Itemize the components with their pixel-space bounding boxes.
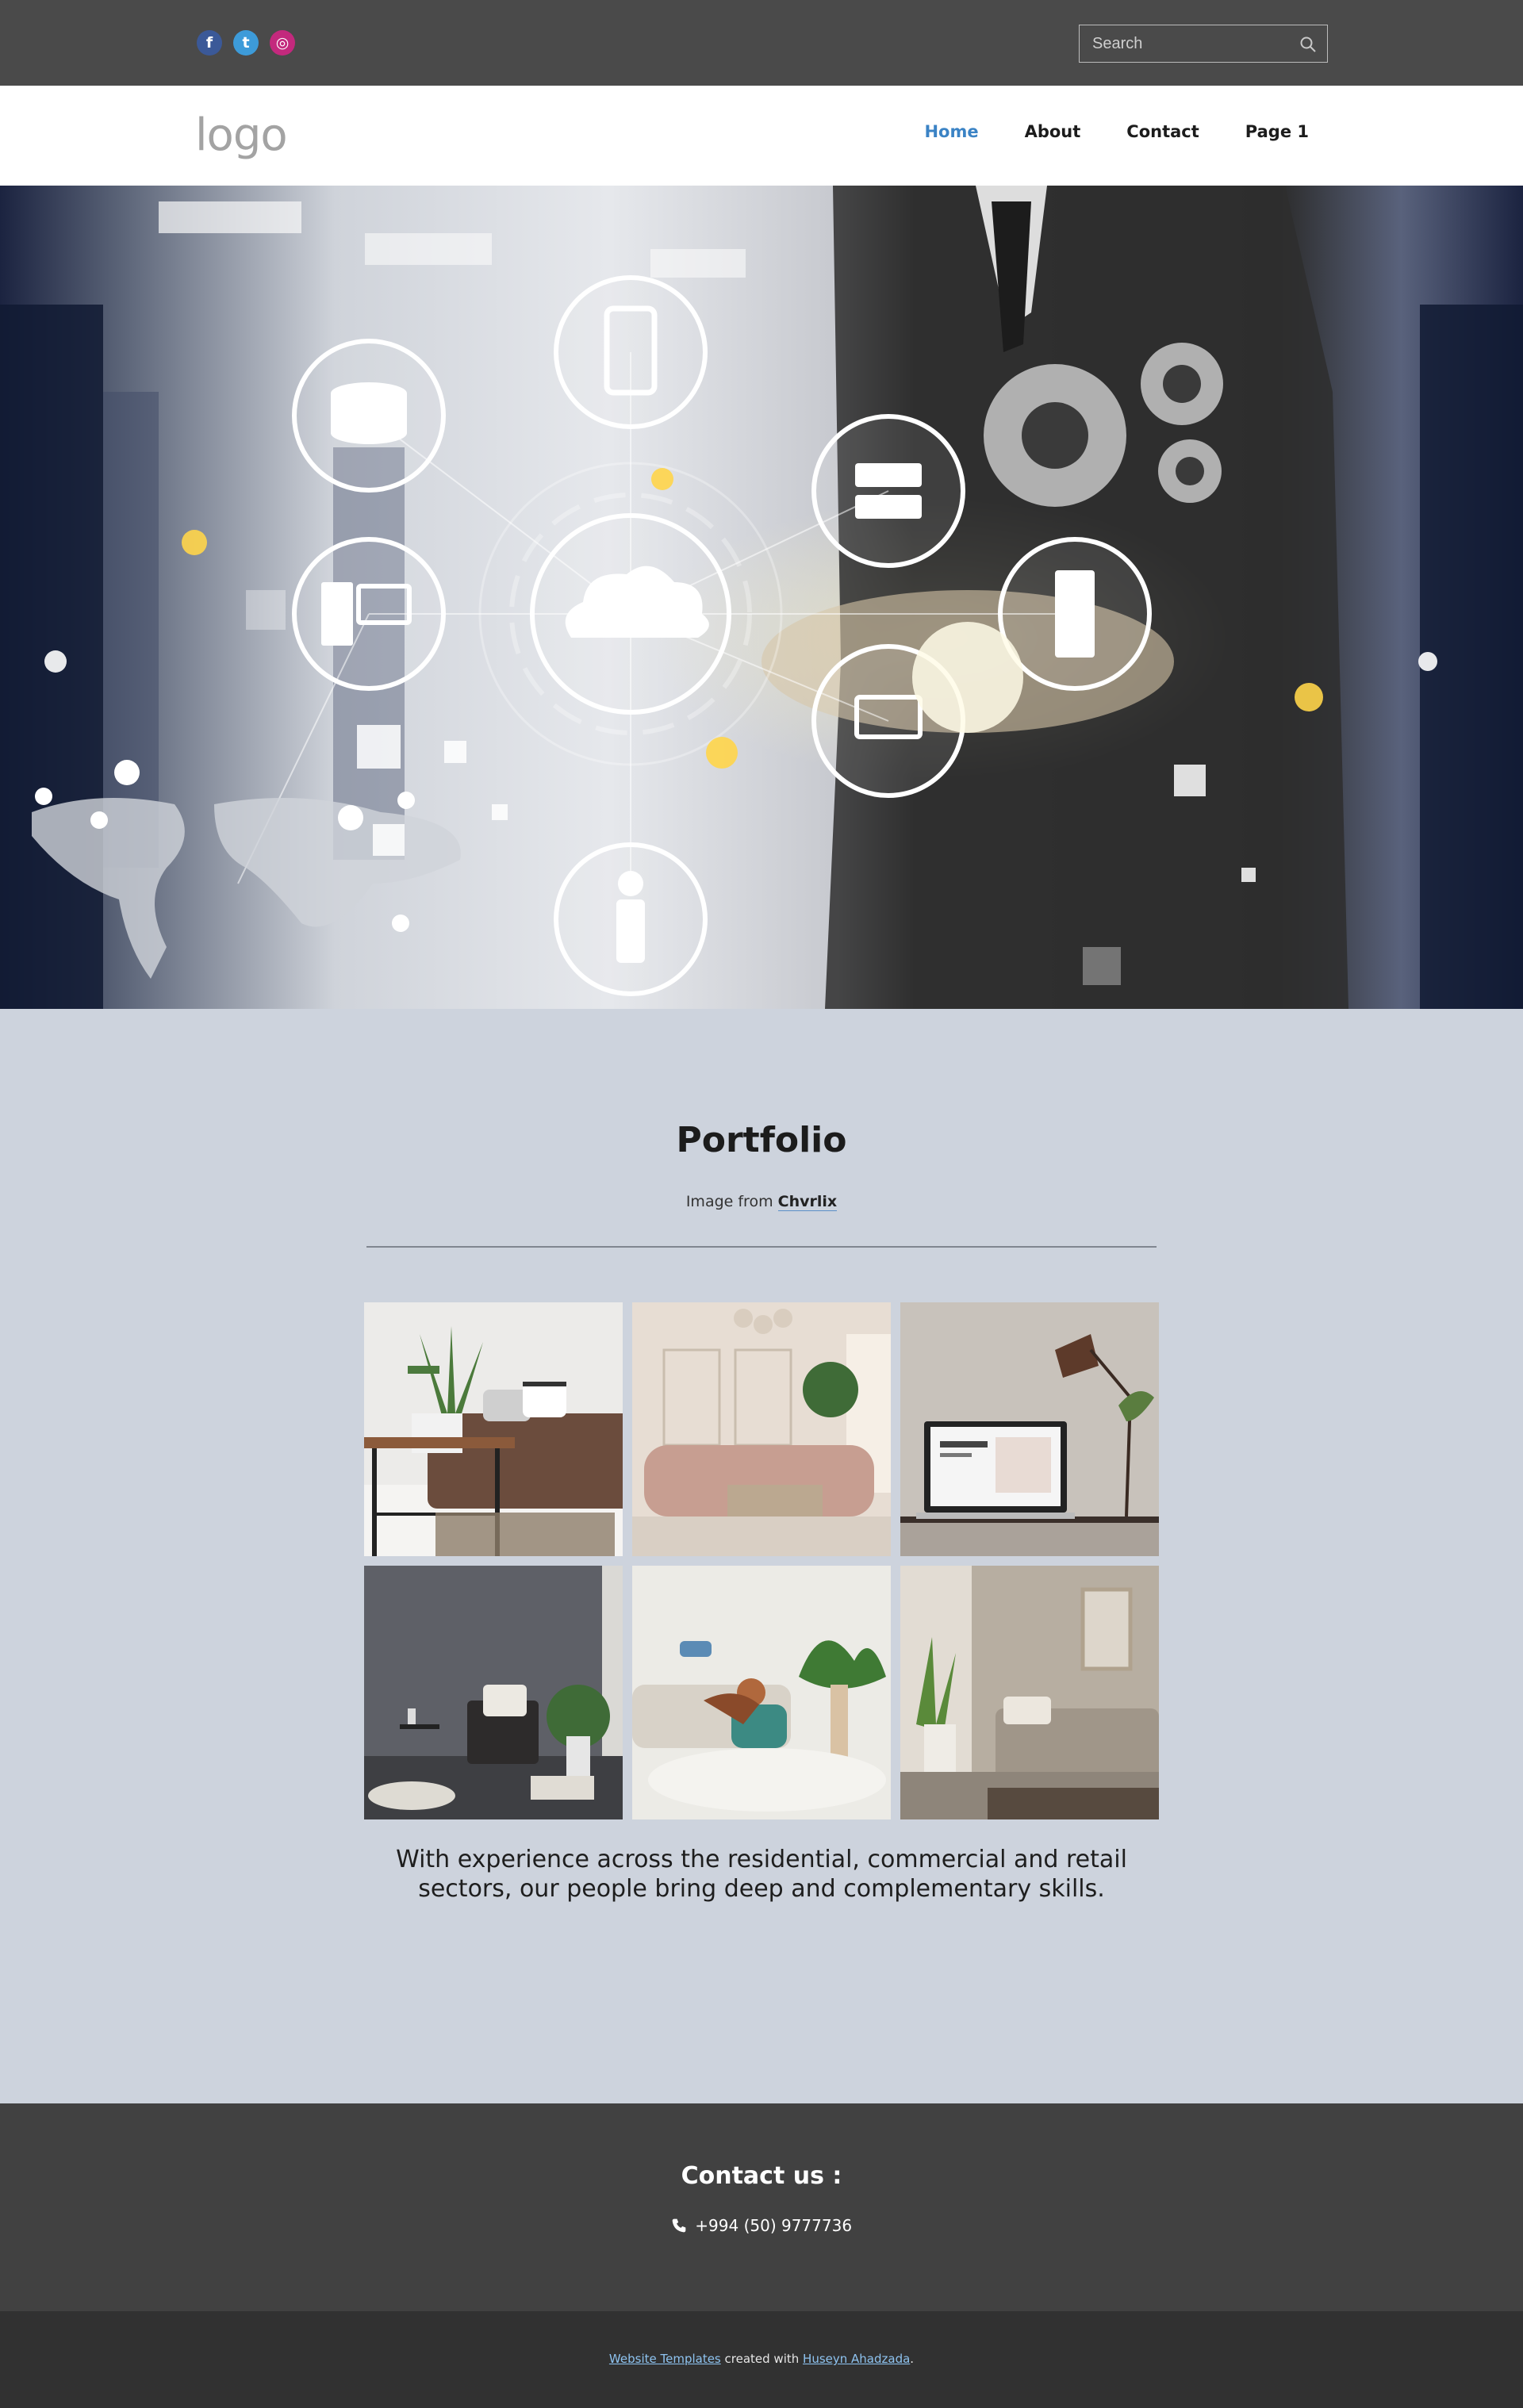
nav-home[interactable]: Home	[924, 122, 978, 141]
bottom-bar: Website Templates created with Huseyn Ah…	[0, 2311, 1523, 2408]
credit-end: .	[910, 2352, 915, 2366]
search-icon[interactable]	[1299, 35, 1318, 54]
portfolio-title: Portfolio	[676, 1120, 847, 1160]
brown-sofa-aloe-plant-photo[interactable]	[364, 1302, 623, 1556]
nav-page-1[interactable]: Page 1	[1245, 122, 1309, 141]
credit-prefix: Image from	[685, 1193, 773, 1210]
pink-sofa-living-room-photo[interactable]	[632, 1302, 891, 1556]
phone-icon	[672, 2218, 686, 2233]
technology-network-illustration	[0, 186, 1523, 1009]
beige-sofa-room-photo[interactable]	[900, 1566, 1159, 1819]
portfolio-tagline: With experience across the residential, …	[396, 1846, 1127, 1903]
credit-link[interactable]: Chvrlix	[777, 1193, 838, 1211]
nav-contact[interactable]: Contact	[1126, 122, 1199, 141]
site-credit: Website Templates created with Huseyn Ah…	[0, 2352, 1523, 2366]
logo[interactable]: logo	[195, 109, 288, 161]
divider	[366, 1246, 1157, 1248]
contact-section: Contact us : +994 (50) 9777736	[0, 2103, 1523, 2311]
search-input[interactable]	[1080, 25, 1327, 62]
contact-title: Contact us :	[681, 2162, 842, 2190]
hero-image	[0, 186, 1523, 1009]
nav-about[interactable]: About	[1025, 122, 1081, 141]
image-credit: Image from Chvrlix	[0, 1193, 1523, 1211]
top-bar: f t ◎	[0, 0, 1523, 86]
website-templates-link[interactable]: Website Templates	[609, 2352, 721, 2366]
phone-number[interactable]: +994 (50) 9777736	[695, 2216, 852, 2235]
social-links: f t ◎	[197, 30, 295, 56]
dark-armchair-plant-photo[interactable]	[364, 1566, 623, 1819]
facebook-icon[interactable]: f	[197, 30, 222, 56]
author-link[interactable]: Huseyn Ahadzada	[803, 2352, 910, 2366]
credit-middle: created with	[724, 2352, 800, 2366]
search-box	[1079, 25, 1328, 63]
header: logo Home About Contact Page 1	[0, 86, 1523, 186]
phone-line: +994 (50) 9777736	[0, 2216, 1523, 2235]
main-nav: Home About Contact Page 1	[924, 122, 1309, 141]
portfolio-gallery	[364, 1302, 1159, 1819]
couple-playing-guitar-photo[interactable]	[632, 1566, 891, 1819]
laptop-desk-lamp-photo[interactable]	[900, 1302, 1159, 1556]
instagram-icon[interactable]: ◎	[270, 30, 295, 56]
twitter-icon[interactable]: t	[233, 30, 259, 56]
